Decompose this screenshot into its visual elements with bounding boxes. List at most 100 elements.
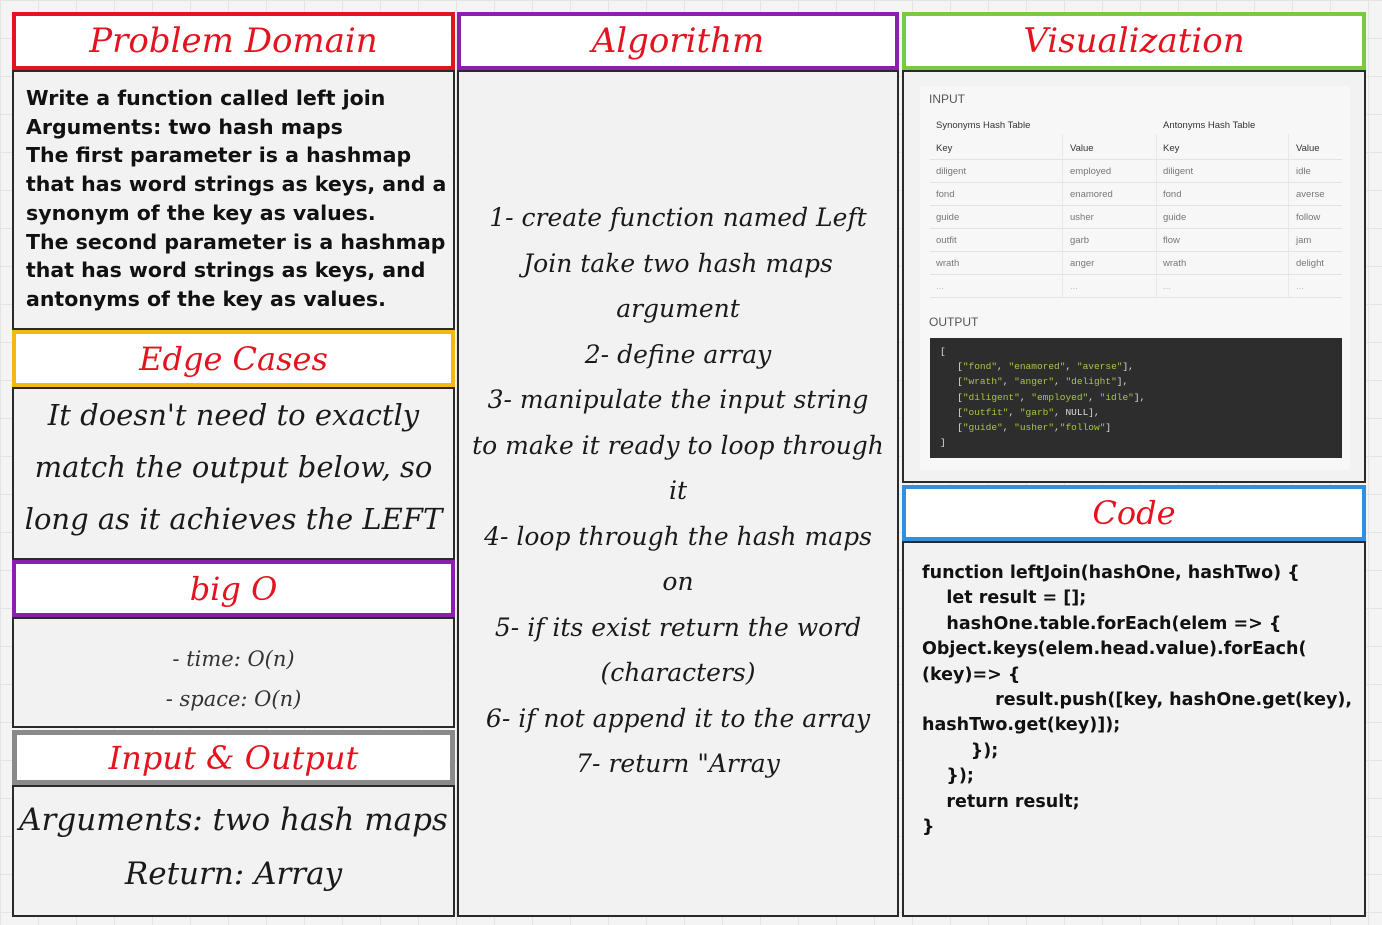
- antonym-value: idle: [1296, 166, 1311, 177]
- output-row: ["outfit", "garb", NULL],: [940, 406, 1100, 418]
- problem-line: antonyms of the key as values.: [26, 286, 386, 311]
- arguments-text: Arguments: two hash maps: [19, 802, 448, 838]
- antonym-value: jam: [1296, 235, 1312, 246]
- visualization-image: INPUT Synonyms Hash Table Antonyms Hash …: [920, 86, 1350, 470]
- antonym-key: flow: [1163, 235, 1180, 246]
- visualization-title: Visualization: [1023, 21, 1245, 61]
- synonyms-value-header: Value: [1070, 143, 1094, 154]
- big-o-panel: - time: O(n) - space: O(n): [12, 617, 455, 728]
- big-o-title: big O: [189, 569, 278, 608]
- antonym-value: follow: [1296, 212, 1321, 223]
- code-line: let result = [];: [922, 588, 1087, 609]
- code-title: Code: [1092, 494, 1176, 532]
- antonym-value: ...: [1296, 281, 1304, 292]
- antonyms-key-header: Key: [1163, 143, 1180, 154]
- input-output-panel: Arguments: two hash maps Return: Array: [12, 785, 455, 917]
- antonym-key: diligent: [1163, 166, 1194, 177]
- antonyms-table-title: Antonyms Hash Table: [1163, 120, 1256, 131]
- algorithm-step: Join take two hash maps: [523, 248, 833, 278]
- code-panel: function leftJoin(hashOne, hashTwo) { le…: [902, 541, 1366, 917]
- algorithm-step: it: [668, 476, 688, 505]
- synonym-key: wrath: [936, 258, 960, 269]
- synonym-key: diligent: [936, 166, 967, 177]
- algorithm-step: 2- define array: [584, 339, 772, 369]
- algorithm-step: to make it ready to loop through: [472, 430, 884, 460]
- return-text: Return: Array: [124, 856, 343, 892]
- synonym-value: anger: [1070, 258, 1095, 269]
- input-output-title: Input & Output: [108, 738, 359, 777]
- input-label: INPUT: [929, 92, 965, 106]
- code-line: });: [922, 766, 974, 787]
- input-output-header: Input & Output: [12, 730, 455, 785]
- algorithm-step: on: [662, 567, 694, 596]
- synonym-value: usher: [1070, 212, 1094, 223]
- edge-cases-title: Edge Cases: [139, 339, 328, 378]
- problem-line: that has word strings as keys, and: [26, 258, 426, 283]
- big-o-header: big O: [12, 560, 455, 617]
- code-line: return result;: [922, 791, 1080, 812]
- output-label: OUTPUT: [929, 315, 979, 329]
- antonym-value: averse: [1296, 189, 1325, 200]
- synonym-key: guide: [936, 212, 960, 223]
- algorithm-step: 3- manipulate the input string: [487, 385, 869, 414]
- code-line: });: [922, 740, 999, 761]
- algorithm-header: Algorithm: [457, 12, 899, 70]
- visualization-header: Visualization: [902, 12, 1366, 70]
- algorithm-step: (characters): [600, 658, 756, 687]
- visualization-panel: INPUT Synonyms Hash Table Antonyms Hash …: [902, 70, 1366, 483]
- antonyms-value-header: Value: [1296, 143, 1320, 154]
- synonym-value: enamored: [1070, 189, 1113, 200]
- output-row: ["guide", "usher","follow"]: [940, 422, 1112, 434]
- antonym-key: guide: [1163, 212, 1187, 223]
- algorithm-panel: 1- create function named Left Join take …: [457, 70, 899, 917]
- problem-domain-header: Problem Domain: [12, 12, 455, 70]
- edge-case-line: match the output below, so: [34, 450, 433, 484]
- antonym-value: delight: [1296, 258, 1324, 269]
- antonym-key: fond: [1163, 189, 1182, 200]
- problem-line: Arguments: two hash maps: [26, 114, 343, 139]
- output-close-bracket: ]: [940, 437, 946, 449]
- algorithm-title: Algorithm: [591, 21, 765, 61]
- synonym-key: outfit: [936, 235, 957, 246]
- problem-line: synonym of the key as values.: [26, 200, 376, 225]
- code-line: (key)=> {: [922, 664, 1021, 685]
- synonym-key: fond: [936, 189, 955, 200]
- output-row: ["diligent", "employed", "idle"],: [940, 391, 1146, 403]
- algorithm-step: 4- loop through the hash maps: [484, 521, 872, 551]
- synonym-value: garb: [1070, 235, 1090, 246]
- code-line: function leftJoin(hashOne, hashTwo) {: [922, 563, 1300, 583]
- output-code-block: [ ["fond", "enamored", "averse"], ["wrat…: [930, 338, 1342, 458]
- code-line: result.push([key, hashOne.get(key),: [922, 690, 1353, 711]
- problem-line: that has word strings as keys, and a: [26, 172, 447, 197]
- code-header: Code: [902, 485, 1366, 541]
- problem-domain-title: Problem Domain: [89, 21, 378, 61]
- antonym-key: ...: [1163, 281, 1171, 292]
- time-complexity: - time: O(n): [172, 647, 295, 671]
- output-row: ["fond", "enamored", "averse"],: [940, 361, 1134, 373]
- problem-line: Write a function called left join: [26, 86, 386, 110]
- code-line: Object.keys(elem.head.value).forEach(: [922, 639, 1307, 660]
- code-line: hashOne.table.forEach(elem => {: [922, 613, 1282, 634]
- edge-case-line: It doesn't need to exactly: [47, 398, 420, 432]
- synonym-key: ...: [936, 281, 944, 292]
- algorithm-step: 5- if its exist return the word: [494, 612, 862, 642]
- algorithm-step: 6- if not append it to the array: [485, 703, 871, 733]
- space-complexity: - space: O(n): [165, 687, 302, 711]
- synonyms-table-title: Synonyms Hash Table: [936, 120, 1031, 131]
- synonyms-key-header: Key: [936, 143, 953, 154]
- synonym-value: employed: [1070, 166, 1112, 177]
- problem-domain-panel: Write a function called left join Argume…: [12, 70, 455, 330]
- edge-cases-panel: It doesn't need to exactly match the out…: [12, 387, 455, 560]
- algorithm-step: argument: [616, 294, 740, 323]
- antonym-key: wrath: [1163, 258, 1187, 269]
- problem-line: The first parameter is a hashmap: [26, 143, 412, 168]
- code-line: }: [922, 817, 935, 838]
- problem-line: The second parameter is a hashmap: [26, 229, 446, 254]
- edge-cases-header: Edge Cases: [12, 330, 455, 387]
- synonym-value: ...: [1070, 281, 1078, 292]
- output-row: ["wrath", "anger", "delight"],: [940, 376, 1129, 388]
- edge-case-line: long as it achieves the LEFT: [24, 502, 443, 536]
- algorithm-step: 1- create function named Left: [489, 203, 867, 232]
- algorithm-step: 7- return "Array: [576, 749, 780, 778]
- output-open-bracket: [: [940, 346, 946, 357]
